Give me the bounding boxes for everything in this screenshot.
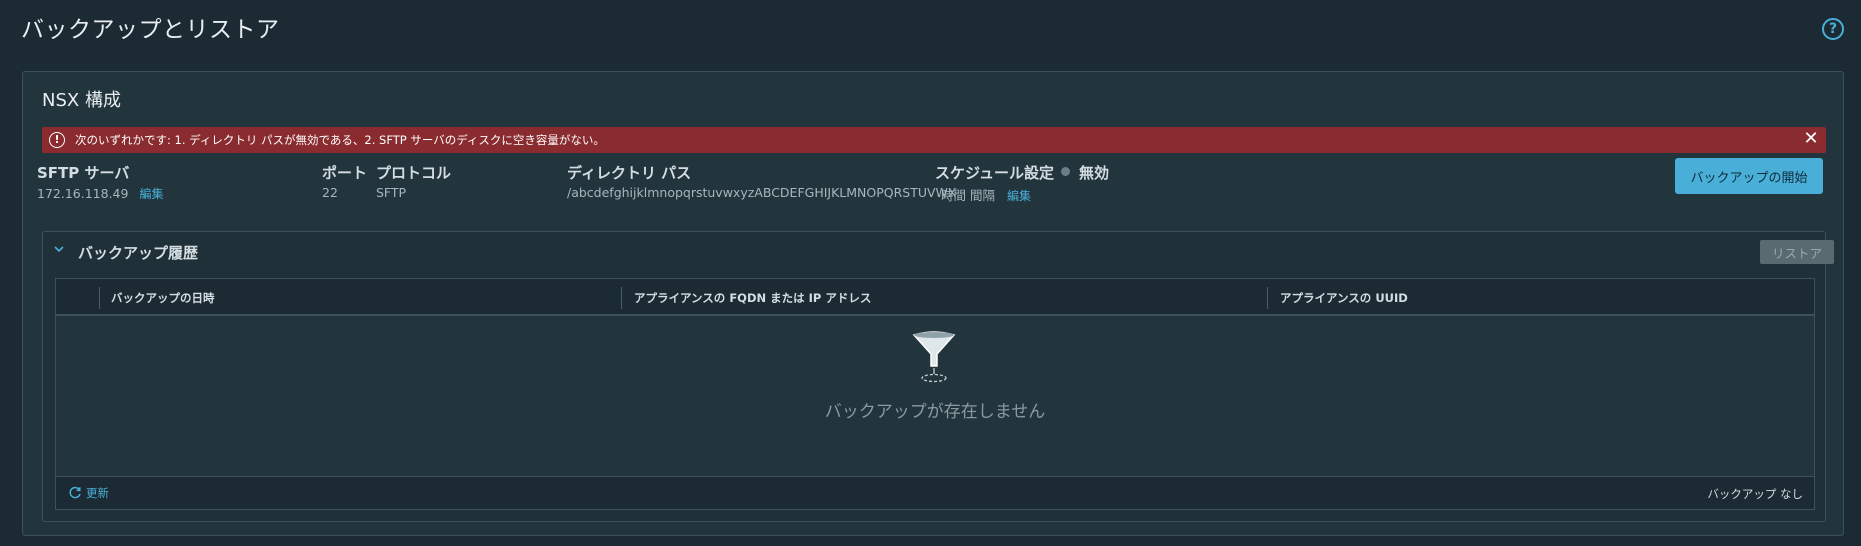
- protocol-label: プロトコル: [376, 164, 452, 182]
- schedule-status: 無効: [1079, 164, 1110, 182]
- sftp-edit-link[interactable]: 編集: [139, 187, 163, 201]
- close-icon[interactable]: ✕: [1802, 130, 1820, 148]
- error-alert: ! 次のいずれかです: 1. ディレクトリ パスが無効である、2. SFTP サ…: [42, 127, 1826, 153]
- backup-history-grid: バックアップの日時 アプライアンスの FQDN または IP アドレス アプライ…: [55, 278, 1815, 510]
- page-title: バックアップとリストア: [21, 17, 280, 43]
- error-icon: !: [49, 132, 65, 148]
- sftp-server-value: 172.16.118.49 編集: [37, 185, 163, 202]
- start-backup-button[interactable]: バックアップの開始: [1675, 158, 1823, 194]
- column-separator: [1267, 287, 1268, 309]
- footer-item-count: バックアップ なし: [1707, 487, 1803, 501]
- help-icon[interactable]: ?: [1822, 18, 1844, 40]
- column-separator: [99, 287, 100, 309]
- column-separator: [621, 287, 622, 309]
- sftp-server-address: 172.16.118.49: [37, 186, 129, 201]
- refresh-button[interactable]: 更新: [68, 485, 109, 501]
- schedule-edit-link[interactable]: 編集: [1007, 189, 1031, 203]
- grid-header: バックアップの日時 アプライアンスの FQDN または IP アドレス アプライ…: [56, 279, 1814, 316]
- port-label: ポート: [322, 164, 368, 182]
- column-header-appliance-fqdn[interactable]: アプライアンスの FQDN または IP アドレス: [634, 290, 871, 306]
- schedule-status-dot: [1061, 167, 1070, 176]
- grid-footer: 更新 バックアップ なし: [56, 476, 1814, 509]
- nsx-config-card: NSX 構成 ! 次のいずれかです: 1. ディレクトリ パスが無効である、2.…: [22, 71, 1844, 536]
- schedule-interval: 時間 間隔: [941, 188, 995, 203]
- column-header-appliance-uuid[interactable]: アプライアンスの UUID: [1280, 290, 1408, 306]
- schedule-label: スケジュール設定: [935, 164, 1054, 182]
- alert-message: 次のいずれかです: 1. ディレクトリ パスが無効である、2. SFTP サーバ…: [75, 133, 605, 147]
- port-value: 22: [322, 185, 338, 200]
- backup-history-panel: バックアップ履歴 リストア バックアップの日時 アプライアンスの FQDN また…: [42, 231, 1834, 522]
- directory-path-label: ディレクトリ パス: [567, 164, 692, 182]
- protocol-value: SFTP: [376, 185, 407, 200]
- refresh-label: 更新: [86, 486, 109, 500]
- backup-history-title[interactable]: バックアップ履歴: [78, 242, 198, 263]
- schedule-value: 時間 間隔 編集: [941, 185, 1031, 204]
- empty-state-message: バックアップが存在しません: [824, 402, 1046, 422]
- refresh-icon: [69, 486, 81, 499]
- chevron-down-icon[interactable]: [54, 244, 64, 254]
- restore-button[interactable]: リストア: [1760, 240, 1834, 264]
- sftp-server-label: SFTP サーバ: [37, 164, 130, 182]
- directory-path-value: /abcdefghijklmnopqrstuvwxyzABCDEFGHIJKLM…: [567, 185, 957, 200]
- column-header-backup-datetime[interactable]: バックアップの日時: [111, 290, 215, 306]
- card-title: NSX 構成: [42, 90, 121, 111]
- funnel-icon: [912, 331, 956, 383]
